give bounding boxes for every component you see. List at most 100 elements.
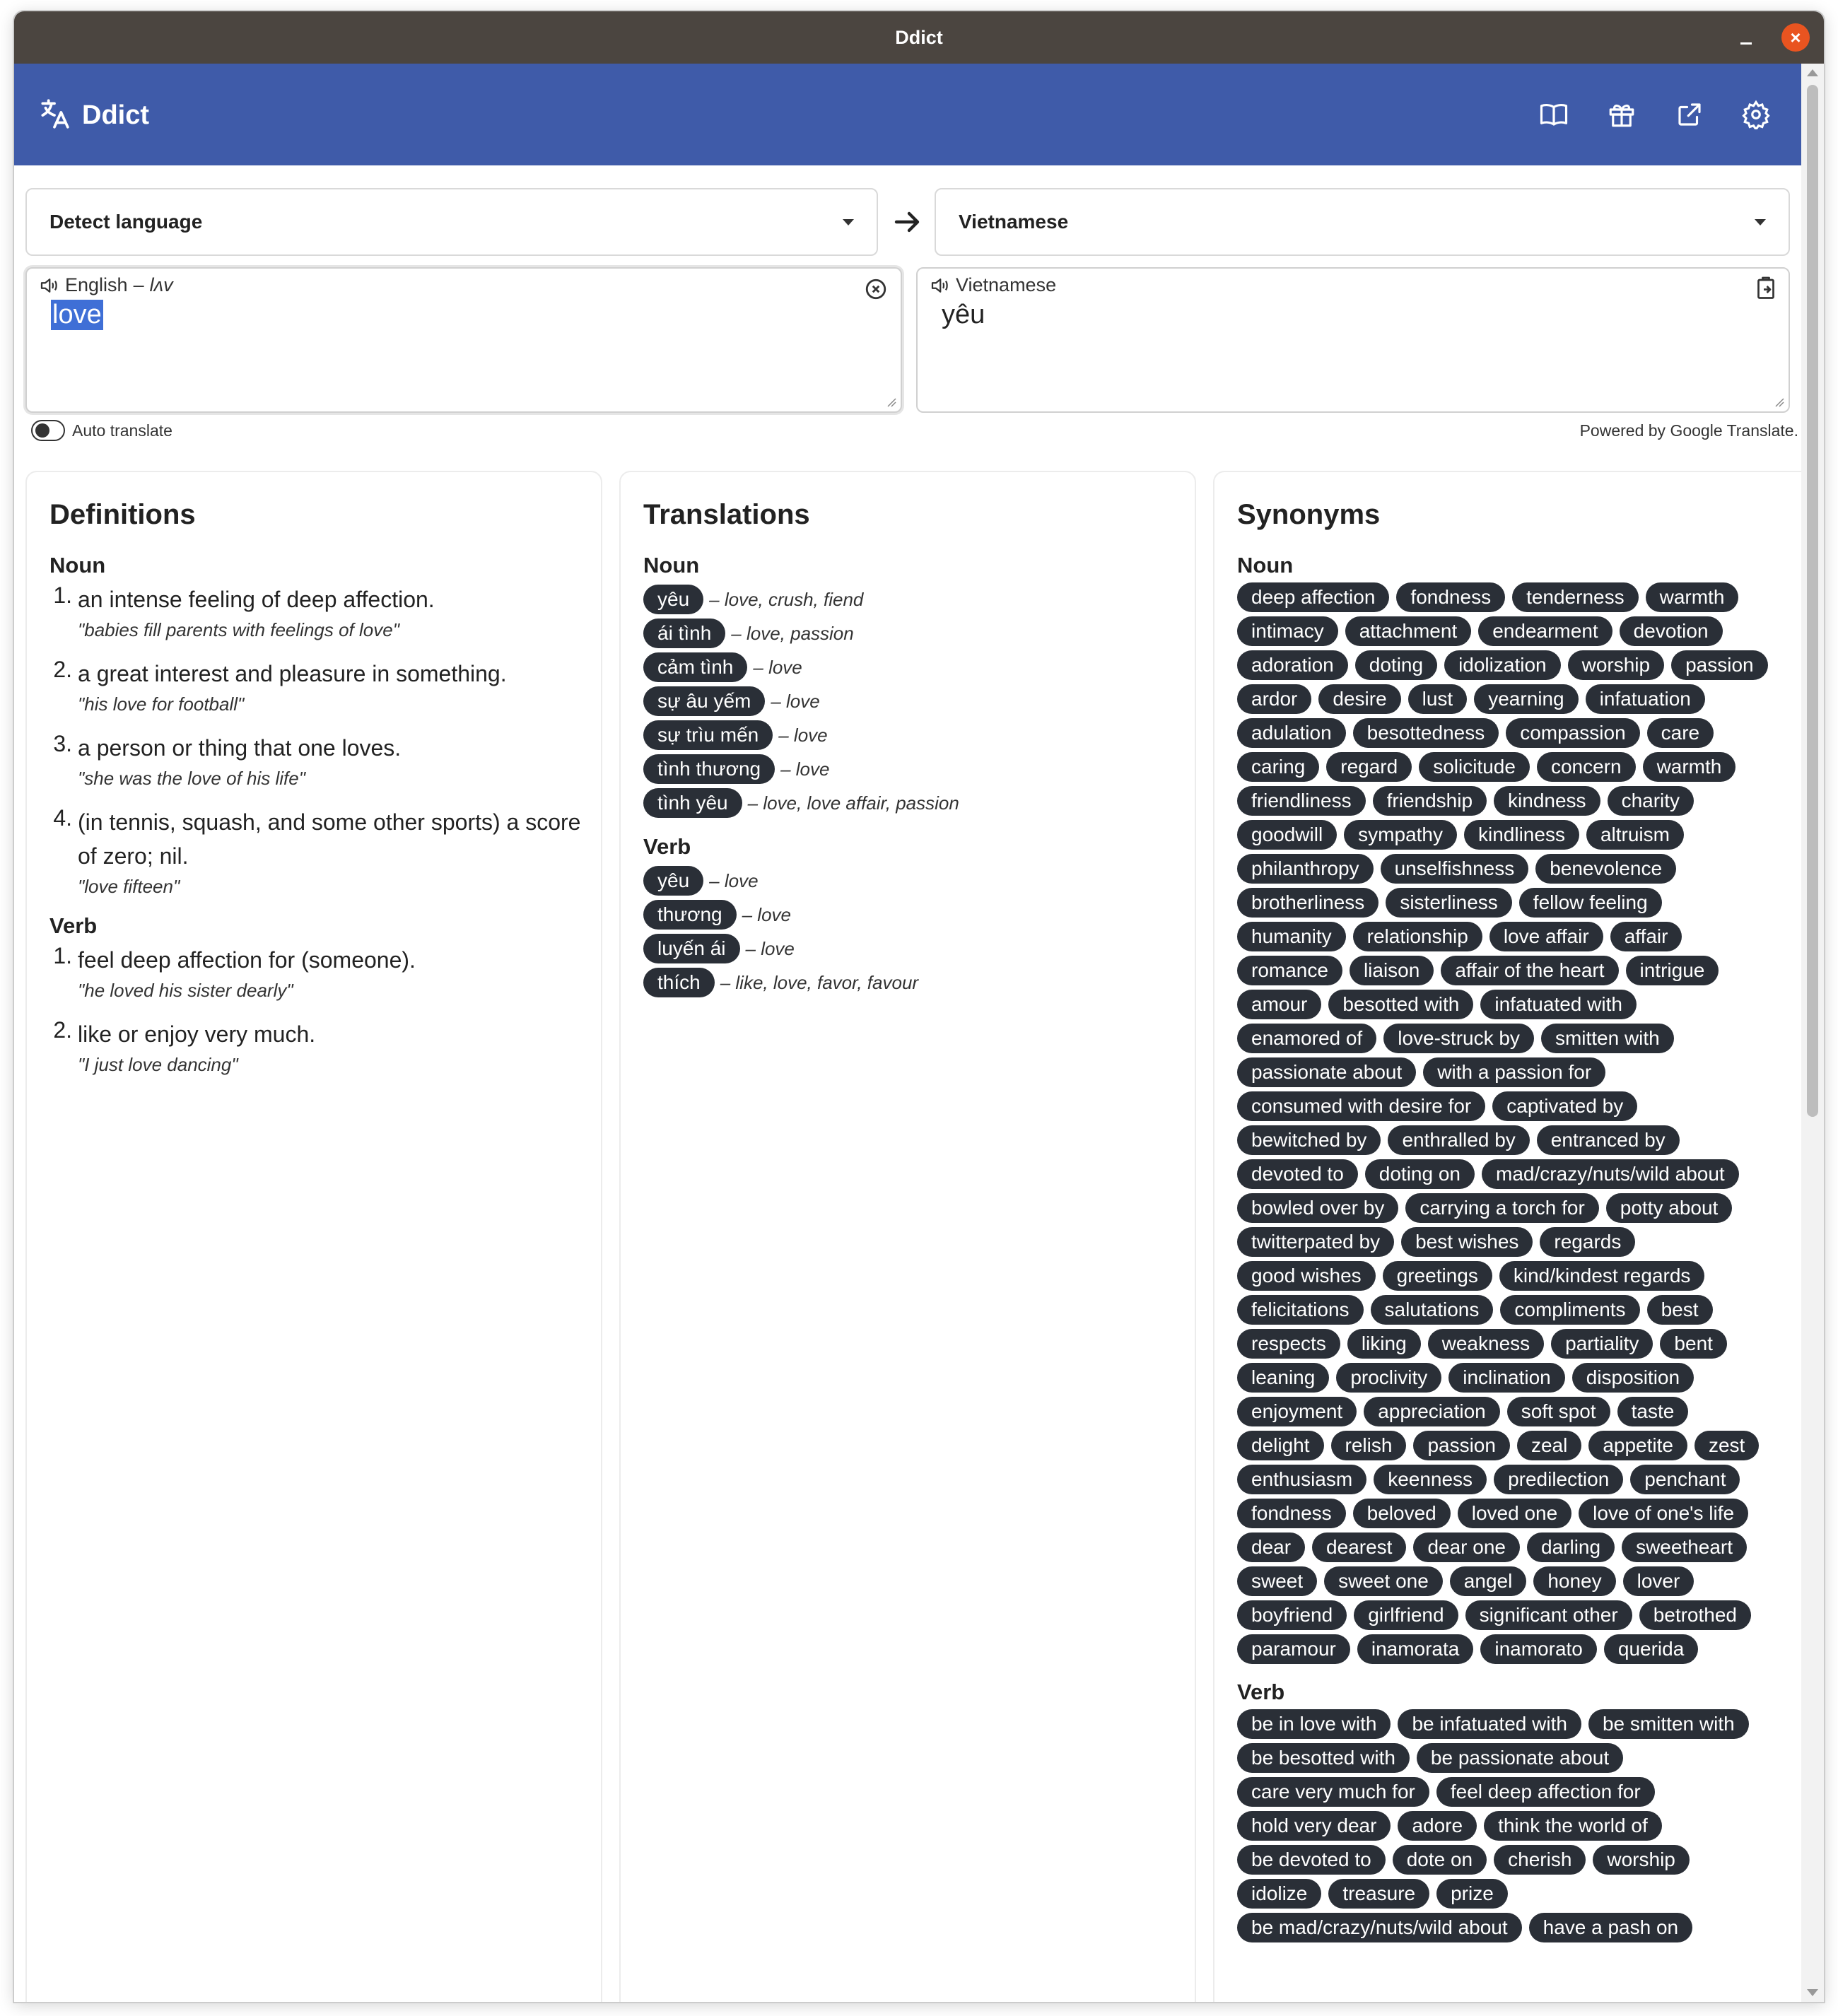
synonym-chip[interactable]: be passionate about bbox=[1416, 1743, 1624, 1773]
synonym-chip[interactable]: solicitude bbox=[1419, 752, 1530, 782]
vertical-scrollbar[interactable] bbox=[1801, 64, 1824, 2002]
synonym-chip[interactable]: consumed with desire for bbox=[1237, 1091, 1486, 1121]
synonym-chip[interactable]: relationship bbox=[1352, 922, 1482, 951]
synonym-chip[interactable]: good wishes bbox=[1237, 1261, 1376, 1291]
synonym-chip[interactable]: sweet bbox=[1237, 1566, 1318, 1596]
translation-chip[interactable]: yêu bbox=[643, 585, 704, 614]
synonym-chip[interactable]: soft spot bbox=[1506, 1397, 1610, 1426]
synonym-chip[interactable]: enthusiasm bbox=[1237, 1465, 1367, 1494]
translation-chip[interactable]: thương bbox=[643, 900, 737, 930]
synonym-chip[interactable]: passionate about bbox=[1237, 1057, 1417, 1087]
source-text[interactable]: love bbox=[51, 300, 103, 330]
synonym-chip[interactable]: mad/crazy/nuts/wild about bbox=[1482, 1159, 1739, 1189]
synonym-chip[interactable]: deep affection bbox=[1237, 582, 1390, 612]
synonym-chip[interactable]: infatuated with bbox=[1480, 990, 1637, 1019]
synonym-chip[interactable]: fondness bbox=[1396, 582, 1506, 612]
synonym-chip[interactable]: felicitations bbox=[1237, 1295, 1364, 1325]
synonym-chip[interactable]: darling bbox=[1527, 1532, 1615, 1562]
synonym-chip[interactable]: relish bbox=[1330, 1431, 1407, 1460]
synonym-chip[interactable]: doting bbox=[1354, 650, 1438, 680]
translation-chip[interactable]: ái tình bbox=[643, 619, 726, 648]
synonym-chip[interactable]: love affair bbox=[1489, 922, 1603, 951]
source-language-select[interactable]: Detect language bbox=[25, 188, 878, 256]
synonym-chip[interactable]: adoration bbox=[1237, 650, 1348, 680]
translation-chip[interactable]: cảm tình bbox=[643, 652, 748, 682]
synonym-chip[interactable]: friendship bbox=[1372, 786, 1487, 816]
synonym-chip[interactable]: brotherliness bbox=[1237, 888, 1379, 918]
synonym-chip[interactable]: have a pash on bbox=[1528, 1913, 1693, 1942]
synonym-chip[interactable]: lover bbox=[1622, 1566, 1694, 1596]
synonym-chip[interactable]: dear bbox=[1237, 1532, 1306, 1562]
synonym-chip[interactable]: attachment bbox=[1345, 616, 1472, 646]
synonym-chip[interactable]: intimacy bbox=[1237, 616, 1338, 646]
synonym-chip[interactable]: devoted to bbox=[1237, 1159, 1358, 1189]
scrollbar-thumb[interactable] bbox=[1807, 85, 1818, 1117]
synonym-chip[interactable]: worship bbox=[1567, 650, 1665, 680]
synonym-chip[interactable]: dear one bbox=[1413, 1532, 1520, 1562]
synonym-chip[interactable]: appreciation bbox=[1364, 1397, 1500, 1426]
synonym-chip[interactable]: angel bbox=[1449, 1566, 1527, 1596]
synonym-chip[interactable]: love of one's life bbox=[1579, 1499, 1749, 1528]
synonym-chip[interactable]: sweetheart bbox=[1622, 1532, 1748, 1562]
synonym-chip[interactable]: goodwill bbox=[1237, 820, 1337, 850]
synonym-chip[interactable]: be infatuated with bbox=[1398, 1709, 1581, 1739]
synonym-chip[interactable]: friendliness bbox=[1237, 786, 1366, 816]
synonym-chip[interactable]: twitterpated by bbox=[1237, 1227, 1395, 1257]
synonym-chip[interactable]: desire bbox=[1318, 684, 1401, 714]
synonym-chip[interactable]: passion bbox=[1671, 650, 1768, 680]
synonym-chip[interactable]: feel deep affection for bbox=[1436, 1777, 1655, 1807]
translation-chip[interactable]: tình thương bbox=[643, 754, 775, 784]
minimize-button[interactable] bbox=[1732, 24, 1760, 52]
synonym-chip[interactable]: girlfriend bbox=[1354, 1600, 1458, 1630]
synonym-chip[interactable]: boyfriend bbox=[1237, 1600, 1347, 1630]
synonym-chip[interactable]: fondness bbox=[1237, 1499, 1346, 1528]
synonym-chip[interactable]: zeal bbox=[1516, 1431, 1582, 1460]
synonym-chip[interactable]: inamorato bbox=[1480, 1634, 1597, 1664]
synonym-chip[interactable]: kindness bbox=[1494, 786, 1600, 816]
synonym-chip[interactable]: passion bbox=[1413, 1431, 1510, 1460]
synonym-chip[interactable]: tenderness bbox=[1512, 582, 1639, 612]
speaker-icon[interactable] bbox=[929, 275, 950, 296]
translation-chip[interactable]: luyến ái bbox=[643, 934, 740, 963]
synonym-chip[interactable]: keenness bbox=[1374, 1465, 1487, 1494]
synonym-chip[interactable]: regards bbox=[1540, 1227, 1636, 1257]
speaker-icon[interactable] bbox=[38, 275, 59, 296]
donate-button[interactable] bbox=[1602, 95, 1641, 134]
synonym-chip[interactable]: intrigue bbox=[1625, 956, 1719, 985]
synonym-chip[interactable]: disposition bbox=[1571, 1363, 1694, 1393]
open-external-button[interactable] bbox=[1670, 95, 1709, 134]
synonym-chip[interactable]: taste bbox=[1617, 1397, 1689, 1426]
synonym-chip[interactable]: bowled over by bbox=[1237, 1193, 1399, 1223]
translation-chip[interactable]: thích bbox=[643, 968, 715, 997]
synonym-chip[interactable]: infatuation bbox=[1585, 684, 1705, 714]
source-text-area[interactable]: English – lʌv love bbox=[25, 267, 902, 413]
synonym-chip[interactable]: worship bbox=[1593, 1845, 1690, 1875]
synonym-chip[interactable]: endearment bbox=[1478, 616, 1612, 646]
synonym-chip[interactable]: respects bbox=[1237, 1329, 1340, 1359]
synonym-chip[interactable]: benevolence bbox=[1535, 854, 1677, 884]
resize-handle-icon[interactable] bbox=[1774, 397, 1784, 407]
synonym-chip[interactable]: lust bbox=[1407, 684, 1468, 714]
clear-icon[interactable] bbox=[864, 277, 888, 301]
synonym-chip[interactable]: betrothed bbox=[1639, 1600, 1752, 1630]
synonym-chip[interactable]: affair bbox=[1610, 922, 1682, 951]
synonym-chip[interactable]: dearest bbox=[1312, 1532, 1407, 1562]
synonym-chip[interactable]: sympathy bbox=[1344, 820, 1457, 850]
translation-chip[interactable]: yêu bbox=[643, 866, 704, 896]
synonym-chip[interactable]: warmth bbox=[1642, 752, 1736, 782]
synonym-chip[interactable]: hold very dear bbox=[1237, 1811, 1391, 1841]
synonym-chip[interactable]: bent bbox=[1660, 1329, 1727, 1359]
synonym-chip[interactable]: altruism bbox=[1586, 820, 1684, 850]
close-button[interactable]: × bbox=[1781, 23, 1810, 52]
synonym-chip[interactable]: regard bbox=[1326, 752, 1412, 782]
synonym-chip[interactable]: captivated by bbox=[1492, 1091, 1638, 1121]
synonym-chip[interactable]: dote on bbox=[1392, 1845, 1487, 1875]
synonym-chip[interactable]: idolization bbox=[1444, 650, 1561, 680]
synonym-chip[interactable]: compassion bbox=[1506, 718, 1640, 748]
synonym-chip[interactable]: entranced by bbox=[1536, 1125, 1680, 1155]
synonym-chip[interactable]: smitten with bbox=[1540, 1024, 1674, 1053]
synonym-chip[interactable]: sweet one bbox=[1324, 1566, 1443, 1596]
synonym-chip[interactable]: compliments bbox=[1500, 1295, 1640, 1325]
translation-chip[interactable]: tình yêu bbox=[643, 788, 742, 818]
synonym-chip[interactable]: prize bbox=[1436, 1879, 1508, 1909]
